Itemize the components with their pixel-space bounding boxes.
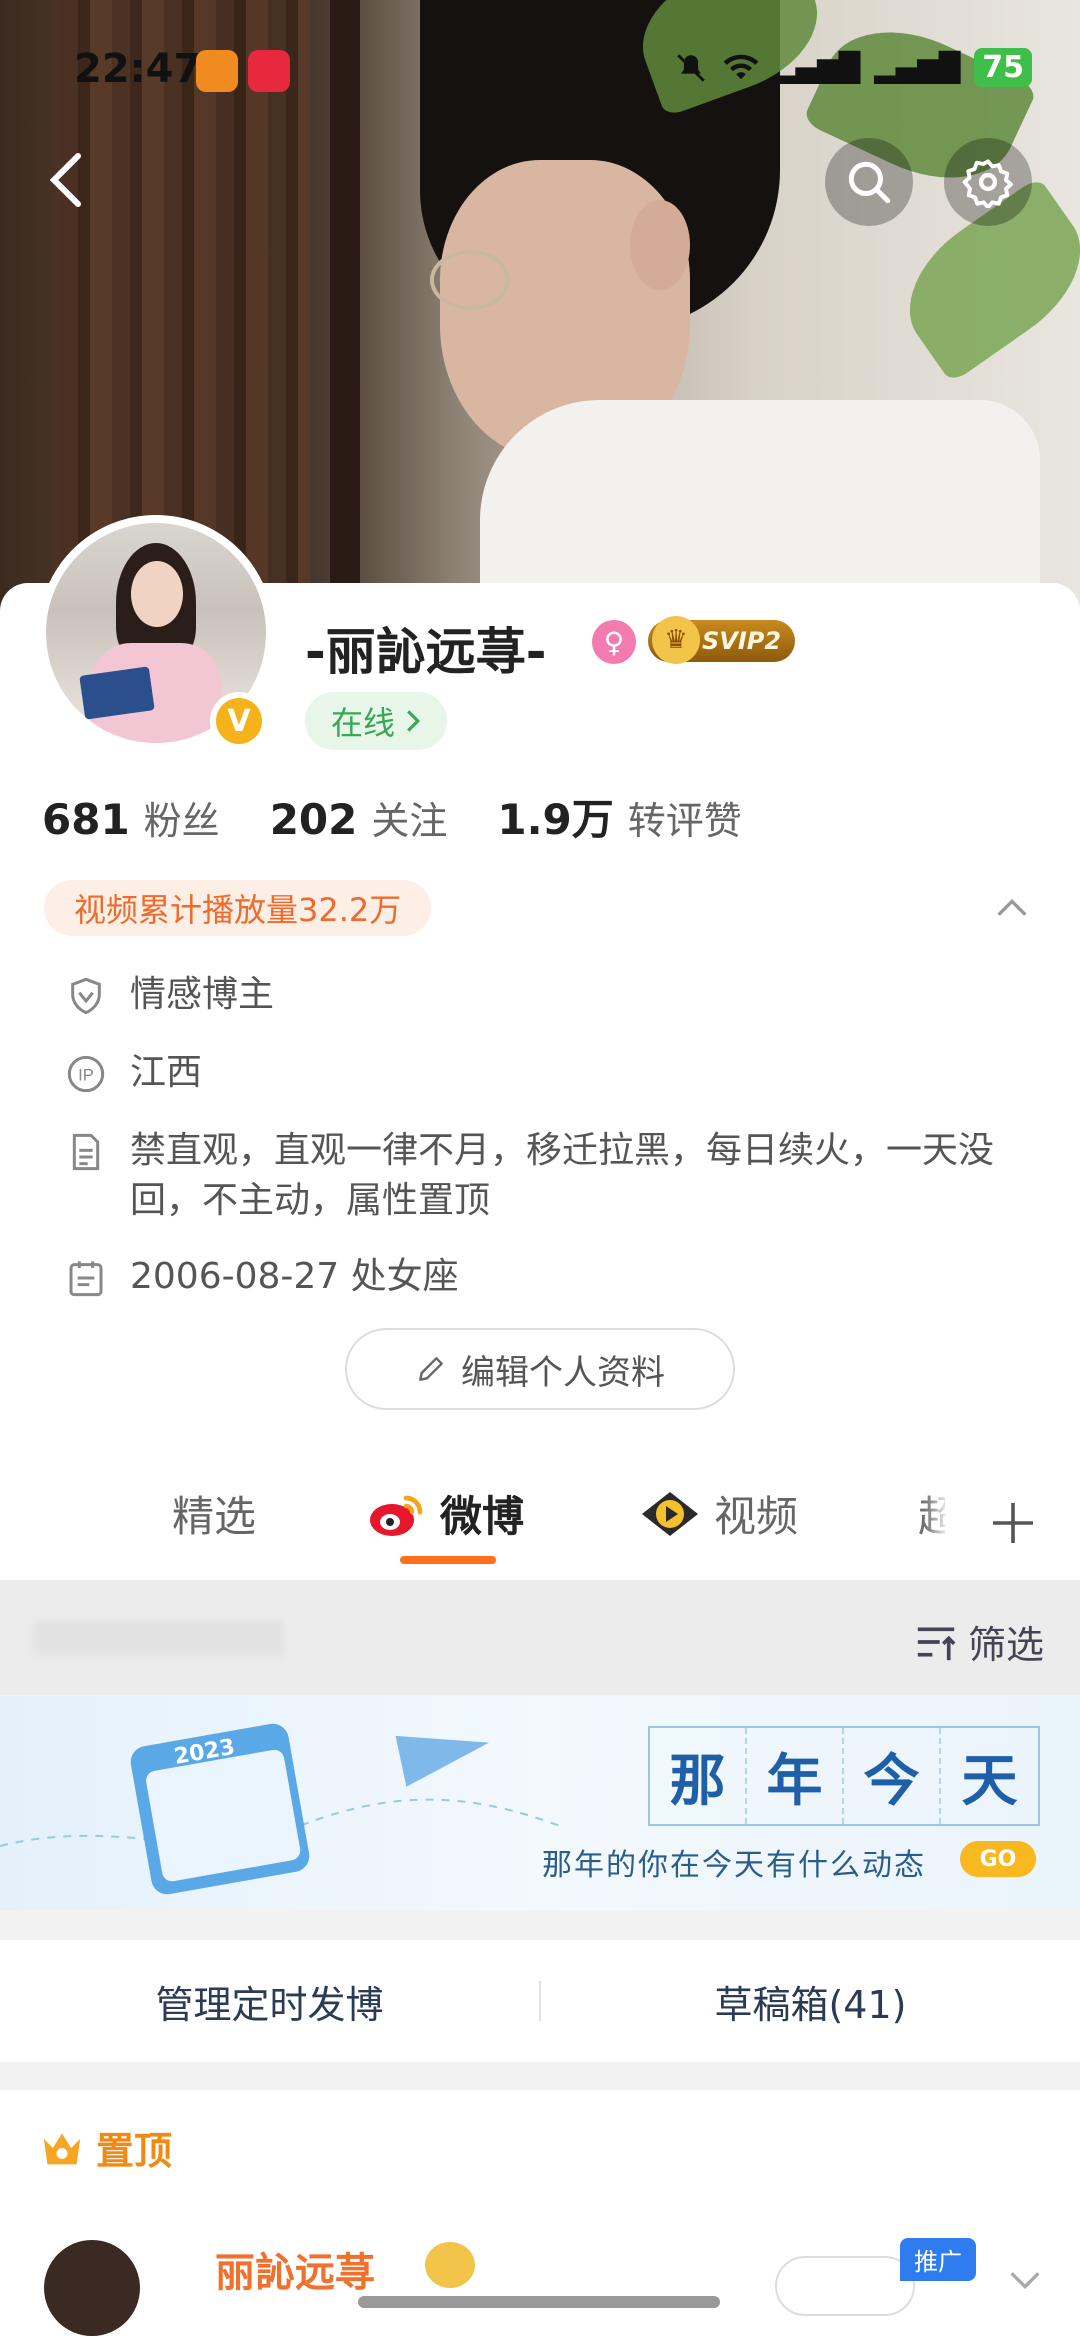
stat-following[interactable]: 202 关注 [270,790,448,845]
video-play-count-badge[interactable]: 视频累计播放量32.2万 [44,880,432,936]
cover-person-ear [630,200,690,290]
pinned-label: 置顶 [96,2129,173,2173]
stat-followers[interactable]: 681 粉丝 [42,790,220,845]
svip-label: SVIP2 [702,627,782,655]
pencil-icon [419,1357,443,1381]
info-bio-text: 禁直观，直观一律不月，移迁拉黑，每日续火，一天没回，不主动，属性置顶 [130,1130,995,1221]
heart-app-icon [196,50,238,92]
profile-stats: 681 粉丝 202 关注 1.9万 转评赞 [42,786,792,847]
settings-button[interactable] [944,138,1032,226]
info-row-tag: 情感博主 [66,970,1050,1020]
info-row-bio: 禁直观，直观一律不月，移迁拉黑，每日续火，一天没回，不主动，属性置顶 [66,1126,1050,1226]
crown-icon [43,2132,81,2164]
banner-title-char: 年 [747,1728,844,1824]
add-tab-button[interactable] [945,1465,1080,1580]
plus-icon [992,1502,1033,1543]
info-row-ip: IP 江西 [66,1048,1050,1098]
banner-title-char: 天 [961,1747,1018,1814]
chevron-left-icon [49,153,81,207]
info-row-birthday: 2006-08-27 处女座 [66,1252,1050,1302]
avatar-face [131,561,183,627]
banner-title: 那 年 今 天 [648,1726,1040,1826]
profile-name: -丽訫远荨- [305,623,547,681]
xiaohongshu-app-icon [248,50,290,92]
online-label: 在线 [331,704,396,742]
info-birthday-text: 2006-08-27 处女座 [130,1256,459,1297]
active-tab-indicator [400,1556,496,1564]
banner-subtitle: 那年的你在今天有什么动态 [542,1848,926,1883]
stat-value: 681 [42,795,130,844]
stat-value: 202 [269,795,358,844]
status-bar: 22:47 ▂▄▆█ ▂▄▆█ 75 [0,0,1080,130]
tab-weibo[interactable]: 微博 [366,1483,524,1544]
search-button[interactable] [825,138,913,226]
chevron-up-icon[interactable] [992,888,1032,928]
banner-title-char: 今 [844,1728,941,1824]
battery-level: 75 [974,48,1032,87]
stat-interactions[interactable]: 1.9万 转评赞 [497,786,741,847]
home-indicator[interactable] [358,2296,720,2308]
manage-row: 管理定时发博 草稿箱(41) [0,1940,1080,2062]
stat-label: 粉丝 [143,799,220,843]
weibo-logo-icon [370,1495,423,1536]
blurred-text [34,1620,284,1656]
tab-label: 视频 [714,1492,799,1541]
ip-location-icon: IP [67,1055,105,1093]
calendar-icon [69,1261,103,1297]
content-tabs: 精选 微博 视频 超 [0,1465,1080,1580]
tab-video[interactable]: 视频 [640,1483,798,1544]
scheduled-posts-button[interactable]: 管理定时发博 [0,1974,539,2029]
shield-check-icon [71,977,101,1015]
document-icon [72,1133,100,1171]
drafts-button[interactable]: 草稿箱(41) [541,1974,1080,2029]
post-action-pill[interactable] [775,2256,915,2316]
dashed-path-decoration [0,1798,561,1847]
calendar-illustration: 2023 [128,1721,312,1897]
verified-v-icon: V [216,698,262,744]
edit-profile-label: 编辑个人资料 [461,1352,665,1393]
cover-person-glasses [430,250,510,310]
tab-featured[interactable]: 精选 [172,1483,256,1544]
tab-label: 微博 [440,1492,525,1541]
mute-bell-icon [677,53,705,82]
banner-title-char: 那 [650,1728,747,1824]
filter-bar: 筛选 [0,1580,1080,1695]
banner-go-button[interactable]: GO [960,1841,1036,1877]
info-ip-text: 江西 [130,1052,203,1093]
chevron-right-icon [407,710,421,732]
signal-1-icon: ▂▄▆█ [773,51,861,84]
calendar-page [144,1748,302,1883]
pinned-header: 置顶 [40,2120,172,2175]
video-play-icon [642,1491,698,1536]
stat-label: 关注 [371,799,448,843]
wifi-icon [723,54,759,79]
gear-icon [962,159,1013,208]
filter-sort-icon [917,1626,956,1660]
status-right-group: ▂▄▆█ ▂▄▆█ 75 [674,48,1032,87]
back-button[interactable] [36,150,96,210]
info-tag-text: 情感博主 [130,974,275,1015]
post-author-avatar[interactable] [44,2240,140,2336]
svg-text:IP: IP [78,1066,94,1085]
verified-badge: V [210,692,268,750]
promotion-badge[interactable]: 推广 [900,2238,976,2281]
status-time: 22:47 [74,46,202,92]
on-this-day-banner[interactable]: 2023 那 年 今 天 那年的你在今天有什么动态 GO [0,1696,1080,1910]
svip-crown-icon: ♛ [652,616,700,664]
stat-label: 转评赞 [627,799,742,843]
search-icon [848,161,891,204]
svip-badge[interactable]: ♛ SVIP2 [648,616,796,664]
author-crown-badge-icon [425,2242,475,2288]
tab-label: 精选 [172,1492,257,1541]
online-status-button[interactable]: 在线 [305,692,448,750]
signal-2-icon: ▂▄▆█ [874,51,961,84]
edit-profile-button[interactable]: 编辑个人资料 [345,1328,735,1410]
post-author-name[interactable]: 丽訫远荨 [215,2240,375,2298]
filter-button[interactable]: 筛选 [914,1614,1044,1669]
stat-value: 1.9万 [497,795,614,844]
chevron-down-icon[interactable] [1005,2260,1045,2300]
female-gender-icon: ♀ [592,620,636,664]
filter-label: 筛选 [967,1623,1044,1667]
